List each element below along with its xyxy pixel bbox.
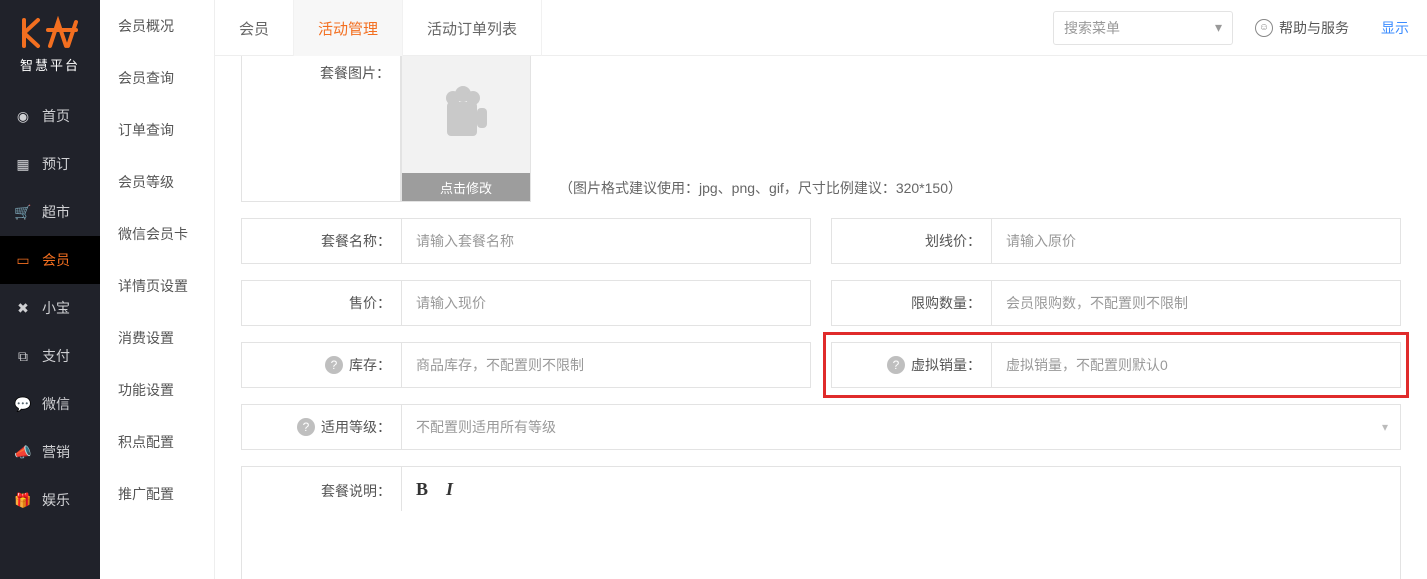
dashboard-icon: ◉: [14, 108, 32, 125]
package-name-input[interactable]: [402, 219, 810, 263]
original-price-input[interactable]: [992, 219, 1400, 263]
primary-nav-megaphone[interactable]: 📣 营销: [0, 428, 100, 476]
applicable-level-field[interactable]: ? 适用等级： ▾: [241, 404, 1401, 450]
stock-input[interactable]: [402, 343, 810, 387]
gift-icon: 🎁: [14, 492, 32, 509]
x-icon: ✖: [14, 300, 32, 317]
primary-nav-card[interactable]: ▭ 会员: [0, 236, 100, 284]
tab-member[interactable]: 会员: [215, 0, 294, 56]
menu-search-placeholder: 搜索菜单: [1064, 18, 1120, 38]
wallet-icon: ⧉: [14, 348, 32, 365]
logo: 智慧平台: [0, 0, 100, 92]
top-tab-bar: 会员 活动管理 活动订单列表 搜索菜单 ▾ ☺ 帮助与服务 显示: [215, 0, 1427, 56]
package-image-label: 套餐图片：: [242, 56, 400, 201]
primary-nav-label: 微信: [42, 394, 70, 414]
package-image-uploader[interactable]: 点击修改: [401, 56, 531, 202]
stock-label: ? 库存：: [242, 343, 402, 387]
secondary-nav-item[interactable]: 会员查询: [100, 52, 214, 104]
purchase-limit-field: 限购数量：: [831, 280, 1401, 326]
tab-activity-orders[interactable]: 活动订单列表: [403, 0, 542, 56]
help-icon[interactable]: ?: [887, 356, 905, 374]
primary-nav-label: 会员: [42, 250, 70, 270]
secondary-sidebar: 会员概况会员查询订单查询会员等级微信会员卡详情页设置消费设置功能设置积点配置推广…: [100, 0, 215, 579]
help-link[interactable]: ☺ 帮助与服务: [1255, 18, 1349, 38]
wechat-icon: 💬: [14, 396, 32, 413]
italic-button[interactable]: I: [446, 479, 453, 500]
package-name-field: 套餐名称：: [241, 218, 811, 264]
primary-nav-wechat[interactable]: 💬 微信: [0, 380, 100, 428]
package-name-label: 套餐名称：: [242, 219, 402, 263]
chevron-down-icon: ▾: [1382, 420, 1388, 434]
brand-subtitle: 智慧平台: [0, 55, 100, 88]
package-description-editor: 套餐说明： B I: [241, 466, 1401, 579]
primary-nav-label: 营销: [42, 442, 70, 462]
primary-sidebar: 智慧平台 ◉ 首页 ▦ 预订 🛒 超市 ▭ 会员 ✖ 小宝 ⧉ 支付 💬 微信 📣 营销 🎁 娱乐: [0, 0, 100, 579]
change-image-button[interactable]: 点击修改: [402, 173, 530, 201]
bold-button[interactable]: B: [416, 479, 428, 500]
secondary-nav-item[interactable]: 详情页设置: [100, 260, 214, 312]
virtual-sales-field: ? 虚拟销量：: [831, 342, 1401, 388]
secondary-nav-item[interactable]: 订单查询: [100, 104, 214, 156]
chevron-down-icon: ▾: [1215, 19, 1222, 36]
sale-price-input[interactable]: [402, 281, 810, 325]
purchase-limit-label: 限购数量：: [832, 281, 992, 325]
help-icon[interactable]: ?: [325, 356, 343, 374]
secondary-nav-item[interactable]: 功能设置: [100, 364, 214, 416]
stock-field: ? 库存：: [241, 342, 811, 388]
applicable-level-select[interactable]: [402, 405, 1400, 449]
basket-icon: 🛒: [14, 204, 32, 221]
primary-nav-x[interactable]: ✖ 小宝: [0, 284, 100, 332]
primary-nav-dashboard[interactable]: ◉ 首页: [0, 92, 100, 140]
primary-nav-label: 首页: [42, 106, 70, 126]
brand-logo-icon: [20, 16, 80, 50]
secondary-nav-item[interactable]: 推广配置: [100, 468, 214, 520]
primary-nav-label: 娱乐: [42, 490, 70, 510]
help-icon[interactable]: ?: [297, 418, 315, 436]
package-description-label: 套餐说明：: [242, 467, 402, 511]
card-icon: ▭: [14, 252, 32, 269]
primary-nav-gift[interactable]: 🎁 娱乐: [0, 476, 100, 524]
editor-body[interactable]: [242, 511, 1400, 579]
virtual-sales-label: ? 虚拟销量：: [832, 343, 992, 387]
secondary-nav-item[interactable]: 微信会员卡: [100, 208, 214, 260]
form-content: 套餐图片： 点击修改 （图片格式建议使用：jpg、png、gif，尺寸比例建议：…: [215, 56, 1427, 579]
editor-toolbar: B I: [402, 467, 1400, 511]
sale-price-field: 售价：: [241, 280, 811, 326]
megaphone-icon: 📣: [14, 444, 32, 461]
original-price-field: 划线价：: [831, 218, 1401, 264]
sale-price-label: 售价：: [242, 281, 402, 325]
primary-nav-basket[interactable]: 🛒 超市: [0, 188, 100, 236]
secondary-nav-item[interactable]: 消费设置: [100, 312, 214, 364]
beer-placeholder-icon: [402, 56, 530, 173]
primary-nav-label: 支付: [42, 346, 70, 366]
primary-nav-label: 超市: [42, 202, 70, 222]
purchase-limit-input[interactable]: [992, 281, 1400, 325]
primary-nav-label: 预订: [42, 154, 70, 174]
secondary-nav-item[interactable]: 积点配置: [100, 416, 214, 468]
primary-nav-label: 小宝: [42, 298, 70, 318]
secondary-nav-item[interactable]: 会员等级: [100, 156, 214, 208]
original-price-label: 划线价：: [832, 219, 992, 263]
smile-icon: ☺: [1255, 19, 1273, 37]
tab-activity-management[interactable]: 活动管理: [294, 0, 403, 56]
primary-nav-wallet[interactable]: ⧉ 支付: [0, 332, 100, 380]
calendar-icon: ▦: [14, 156, 32, 173]
applicable-level-label: ? 适用等级：: [242, 405, 402, 449]
show-toggle-link[interactable]: 显示: [1381, 18, 1409, 38]
primary-nav-calendar[interactable]: ▦ 预订: [0, 140, 100, 188]
menu-search-select[interactable]: 搜索菜单 ▾: [1053, 11, 1233, 45]
virtual-sales-input[interactable]: [992, 343, 1400, 387]
image-format-tip: （图片格式建议使用：jpg、png、gif，尺寸比例建议：320*150）: [559, 178, 962, 202]
secondary-nav-item[interactable]: 会员概况: [100, 0, 214, 52]
